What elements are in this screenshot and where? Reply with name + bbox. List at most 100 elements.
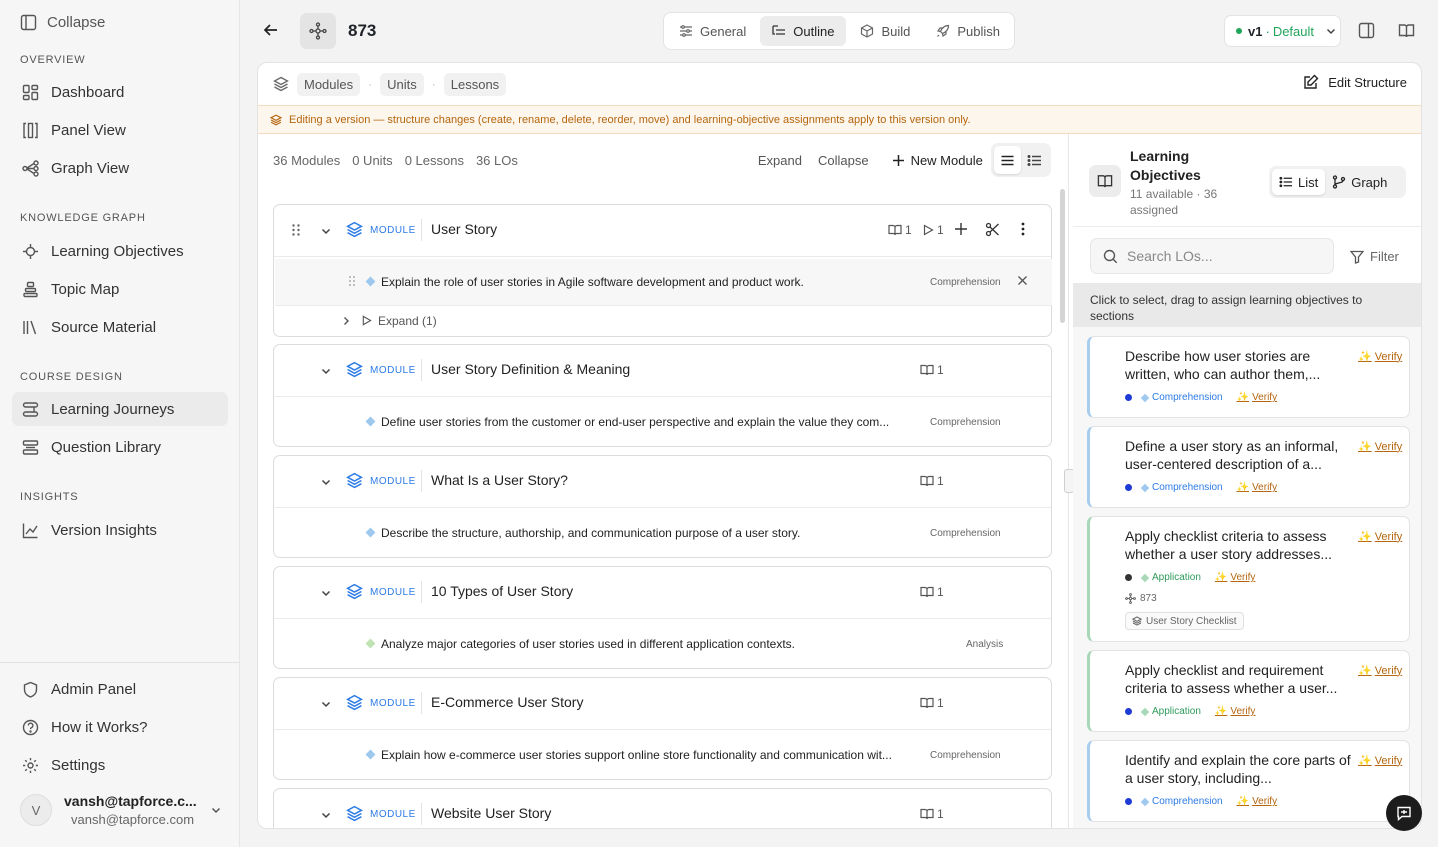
sidebar-item-learning-journeys[interactable]: Learning Journeys [12,392,228,426]
lo-row[interactable]: Analyze major categories of user stories… [275,621,1052,667]
verify-link[interactable]: ✨ Verify [1215,572,1255,583]
lo-card-meta: Application ✨ Verify [1125,572,1255,583]
module-card[interactable]: MODULE 10 Types of User Story 1 Analyze … [273,566,1052,669]
verify-button[interactable]: ✨ Verify [1358,530,1402,544]
back-button[interactable] [260,19,282,41]
scrollbar[interactable] [1060,189,1065,323]
add-child-button[interactable] [954,222,968,236]
verify-link[interactable]: ✨ Verify [1237,482,1277,493]
section-knowledge-graph: KNOWLEDGE GRAPH [20,212,146,224]
module-title[interactable]: Website User Story [431,805,551,821]
lo-count-badge[interactable]: 1 [920,363,944,377]
sidebar-item-topic-map[interactable]: Topic Map [12,272,228,306]
chevron-down-icon[interactable] [320,476,332,488]
verify-label: Verify [1252,796,1278,807]
breadcrumb-units[interactable]: Units [380,72,424,96]
lo-card[interactable]: Apply checklist and requirement criteria… [1087,650,1410,732]
expand-all-button[interactable]: Expand [758,153,802,168]
lo-count-badge[interactable]: 1 [920,807,944,821]
lo-count-badge[interactable]: 1 [920,696,944,710]
dashboard-icon [22,84,39,101]
view-toggle [991,143,1051,177]
breadcrumb-lessons[interactable]: Lessons [443,72,507,96]
sidebar-item-source-material[interactable]: Source Material [12,310,228,344]
sidebar-item-question-library[interactable]: Question Library [12,430,228,464]
tab-publish[interactable]: Publish [924,16,1012,46]
lo-count-badge[interactable]: 1 [888,223,912,237]
chevron-down-icon[interactable] [320,698,332,710]
sidebar-item-panel-view[interactable]: Panel View [12,113,228,147]
tab-build[interactable]: Build [848,16,922,46]
compact-view-button[interactable] [994,146,1021,174]
collapse-button[interactable]: Collapse [20,14,105,31]
module-title[interactable]: 10 Types of User Story [431,583,573,599]
child-count-badge[interactable]: 1 [922,223,944,237]
user-menu[interactable]: V vansh@tapforce.c... vansh@tapforce.com [20,788,230,832]
split-button[interactable] [985,222,1000,237]
docs-button[interactable] [1398,22,1415,39]
sidebar-item-how-it-works[interactable]: How it Works? [12,710,228,744]
filter-icon [1350,250,1364,264]
sidebar-item-admin-panel[interactable]: Admin Panel [12,672,228,706]
version-select[interactable]: v1 · Default [1224,15,1341,47]
lo-text: Define user stories from the customer or… [381,415,890,429]
lo-card[interactable]: Describe how user stories are written, w… [1087,336,1410,418]
lo-search-bar: Search LOs... Filter [1073,226,1421,283]
verify-button[interactable]: ✨ Verify [1358,350,1402,364]
remove-lo-button[interactable] [1017,275,1028,286]
tab-general[interactable]: General [667,16,758,46]
chevron-down-icon[interactable] [320,365,332,377]
breadcrumb-modules[interactable]: Modules [297,72,361,96]
outline-panel: Modules · Units · Lessons Edit Structure… [257,62,1422,829]
sidebar-item-learning-objectives[interactable]: Learning Objectives [12,234,228,268]
lo-row[interactable]: Describe the structure, authorship, and … [275,510,1052,556]
assigned-section-chip[interactable]: User Story Checklist [1125,612,1244,630]
sidebar-item-settings[interactable]: Settings [12,748,228,782]
verify-button[interactable]: ✨ Verify [1358,754,1402,768]
filter-button[interactable]: Filter [1350,249,1399,264]
module-card[interactable]: MODULE What Is a User Story? 1 Describe … [273,455,1052,558]
lo-card[interactable]: Identify and explain the core parts of a… [1087,740,1410,822]
chevron-down-icon[interactable] [320,225,332,237]
graph-view-button[interactable]: Graph [1325,169,1394,195]
list-view-button[interactable]: List [1272,169,1326,195]
module-title[interactable]: E-Commerce User Story [431,694,583,710]
chat-button[interactable] [1386,795,1422,831]
chevron-down-icon[interactable] [320,809,332,821]
module-title[interactable]: User Story [431,221,497,237]
lo-row[interactable]: Explain the role of user stories in Agil… [275,259,1052,305]
lo-card[interactable]: Apply checklist criteria to assess wheth… [1087,516,1410,642]
collapse-all-button[interactable]: Collapse [818,153,869,168]
verify-link[interactable]: ✨ Verify [1237,796,1277,807]
module-card[interactable]: MODULE Website User Story 1 [273,788,1052,828]
list-view-button[interactable] [1021,146,1048,174]
search-input[interactable]: Search LOs... [1090,238,1334,274]
toggle-panel-button[interactable] [1358,22,1375,39]
lo-card[interactable]: Define a user story as an informal, user… [1087,426,1410,508]
drag-handle-icon[interactable] [291,223,301,237]
module-card[interactable]: MODULE User Story 1 1 Explain the role o… [273,204,1052,337]
verify-link[interactable]: ✨ Verify [1215,706,1255,717]
bloom-badge: Application [1140,572,1201,583]
verify-link[interactable]: ✨ Verify [1237,392,1277,403]
more-options-button[interactable] [1021,222,1025,236]
chevron-down-icon[interactable] [320,587,332,599]
sidebar-item-version-insights[interactable]: Version Insights [12,513,228,547]
lo-count-badge[interactable]: 1 [920,474,944,488]
module-title[interactable]: What Is a User Story? [431,472,568,488]
verify-button[interactable]: ✨ Verify [1358,440,1402,454]
new-module-button[interactable]: New Module [892,153,983,168]
lo-row[interactable]: Define user stories from the customer or… [275,399,1052,445]
expand-children-button[interactable]: Expand (1) [275,305,1052,335]
verify-button[interactable]: ✨ Verify [1358,664,1402,678]
module-card[interactable]: MODULE E-Commerce User Story 1 Explain h… [273,677,1052,780]
sidebar-item-dashboard[interactable]: Dashboard [12,75,228,109]
module-title[interactable]: User Story Definition & Meaning [431,361,630,377]
lo-row[interactable]: Explain how e-commerce user stories supp… [275,732,1052,778]
tab-outline[interactable]: Outline [760,16,847,46]
module-card[interactable]: MODULE User Story Definition & Meaning 1… [273,344,1052,447]
drag-handle-icon[interactable] [348,275,356,287]
sidebar-item-graph-view[interactable]: Graph View [12,151,228,185]
lo-count-badge[interactable]: 1 [920,585,944,599]
edit-structure-button[interactable]: Edit Structure [1303,74,1407,90]
